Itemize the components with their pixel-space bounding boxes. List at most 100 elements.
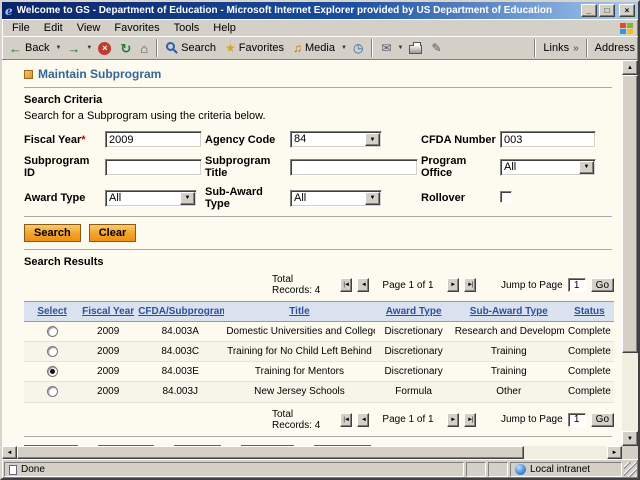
cfda-number-input[interactable] (500, 131, 596, 148)
menu-tools[interactable]: Tools (167, 21, 207, 35)
horizontal-scrollbar[interactable]: ◄ ► (2, 446, 622, 459)
jump-page-input[interactable] (568, 278, 586, 292)
edit-button[interactable]: ✎ (427, 40, 445, 56)
results-table: Select Fiscal Year CFDA/Subprogram Title… (24, 301, 614, 403)
back-history-caret-icon[interactable]: ▼ (54, 45, 62, 51)
mail-caret-icon[interactable]: ▼ (396, 45, 404, 51)
menu-edit[interactable]: Edit (37, 21, 70, 35)
mail-button[interactable]: ✉ (377, 40, 395, 56)
go-button[interactable]: Go (591, 278, 614, 292)
prev-page-button[interactable]: ◄ (357, 278, 369, 292)
col-header-title[interactable]: Title (224, 302, 374, 322)
mail-icon: ✉ (381, 42, 391, 54)
ie-logo-icon: e (5, 5, 13, 17)
first-page-button[interactable]: |◄ (340, 278, 352, 292)
col-header-status[interactable]: Status (565, 302, 614, 322)
cell-cfda: 84.003A (136, 322, 224, 342)
subprogram-title-input[interactable] (290, 159, 418, 176)
award-type-select[interactable]: All ▼ (105, 190, 197, 207)
jump-page-input[interactable] (568, 413, 586, 427)
clear-button[interactable]: Clear (89, 224, 137, 242)
col-header-cfda-subprogram[interactable]: CFDA/Subprogram (136, 302, 224, 322)
cell-award-type: Formula (375, 382, 453, 402)
status-panel-spacer (466, 462, 486, 477)
browser-body: Maintain Subprogram Search Criteria Sear… (2, 60, 638, 459)
print-button[interactable] (405, 40, 426, 56)
sub-award-type-select[interactable]: All ▼ (290, 190, 382, 207)
fiscal-year-input[interactable] (105, 131, 202, 148)
last-page-button[interactable]: ►| (464, 413, 476, 427)
col-header-fiscal-year[interactable]: Fiscal Year (80, 302, 136, 322)
col-header-sub-award-type[interactable]: Sub-Award Type (453, 302, 565, 322)
agency-code-select[interactable]: 84 ▼ (290, 131, 382, 148)
fiscal-year-label-text: Fiscal Year (24, 134, 81, 146)
vertical-scroll-thumb[interactable] (622, 75, 638, 353)
cell-title: New Jersey Schools (224, 382, 374, 402)
row-select-radio[interactable] (47, 326, 58, 337)
dropdown-arrow-icon[interactable]: ▼ (365, 192, 380, 205)
security-zone-panel: Local intranet (510, 462, 622, 477)
forward-button[interactable]: → (63, 40, 84, 57)
page-title: Maintain Subprogram (38, 67, 161, 81)
divider (24, 216, 612, 217)
vertical-scroll-track[interactable] (622, 75, 638, 431)
next-page-button[interactable]: ► (447, 278, 459, 292)
horizontal-scroll-thumb[interactable] (17, 446, 524, 459)
scroll-down-button[interactable]: ▼ (622, 431, 638, 446)
first-page-button[interactable]: |◄ (340, 413, 352, 427)
back-button[interactable]: ← Back (5, 40, 53, 57)
cell-status: Complete (565, 362, 614, 382)
media-caret-icon[interactable]: ▼ (340, 45, 348, 51)
horizontal-scroll-track[interactable] (17, 446, 607, 459)
toolbar-search-button[interactable]: Search (162, 40, 220, 56)
scroll-up-button[interactable]: ▲ (622, 60, 638, 75)
menu-view[interactable]: View (70, 21, 108, 35)
dropdown-arrow-icon[interactable]: ▼ (365, 133, 380, 146)
cell-fiscal-year: 2009 (80, 362, 136, 382)
col-header-award-type[interactable]: Award Type (375, 302, 453, 322)
table-header-row: Select Fiscal Year CFDA/Subprogram Title… (24, 302, 614, 322)
refresh-button[interactable]: ↻ (116, 40, 135, 57)
row-select-radio[interactable] (47, 346, 58, 357)
cell-fiscal-year: 2009 (80, 342, 136, 362)
forward-icon: → (67, 42, 80, 55)
minimize-button[interactable]: _ (581, 4, 597, 17)
scroll-right-button[interactable]: ► (607, 446, 622, 459)
col-header-select[interactable]: Select (24, 302, 80, 322)
go-button[interactable]: Go (591, 413, 614, 427)
resize-grip[interactable] (624, 462, 637, 477)
links-chevron-icon[interactable]: » (573, 43, 579, 54)
home-button[interactable]: ⌂ (136, 40, 152, 57)
media-button[interactable]: ♫ Media (289, 40, 339, 56)
dropdown-arrow-icon[interactable]: ▼ (180, 192, 195, 205)
stop-button[interactable]: × (94, 40, 115, 57)
history-button[interactable]: ◷ (349, 40, 367, 56)
row-select-radio[interactable] (47, 366, 58, 377)
next-page-button[interactable]: ► (447, 413, 459, 427)
media-label: Media (305, 42, 335, 54)
scroll-left-button[interactable]: ◄ (2, 446, 17, 459)
menu-file[interactable]: File (5, 21, 37, 35)
row-select-radio[interactable] (47, 386, 58, 397)
program-office-label: Program Office (421, 155, 497, 179)
last-page-button[interactable]: ►| (464, 278, 476, 292)
close-button[interactable]: × (619, 4, 635, 17)
search-results-heading: Search Results (24, 256, 614, 268)
links-label[interactable]: Links (543, 42, 569, 54)
rollover-checkbox[interactable] (500, 191, 512, 203)
forward-history-caret-icon[interactable]: ▼ (85, 45, 93, 51)
prev-page-button[interactable]: ◄ (357, 413, 369, 427)
vertical-scrollbar[interactable]: ▲ ▼ (622, 60, 638, 446)
home-icon: ⌂ (140, 42, 148, 55)
search-button[interactable]: Search (24, 224, 81, 242)
maximize-button[interactable]: □ (599, 4, 615, 17)
table-row: 2009 84.003C Training for No Child Left … (24, 342, 614, 362)
favorites-button[interactable]: ★ Favorites (221, 40, 288, 56)
title-bar[interactable]: e Welcome to GS - Department of Educatio… (2, 2, 638, 19)
dropdown-arrow-icon[interactable]: ▼ (579, 161, 594, 174)
menu-help[interactable]: Help (206, 21, 243, 35)
menu-favorites[interactable]: Favorites (107, 21, 166, 35)
program-office-select[interactable]: All ▼ (500, 159, 596, 176)
pagination-bottom: Total Records: 4 |◄ ◄ Page 1 of 1 ► ►| J… (272, 409, 614, 431)
subprogram-id-input[interactable] (105, 159, 202, 176)
